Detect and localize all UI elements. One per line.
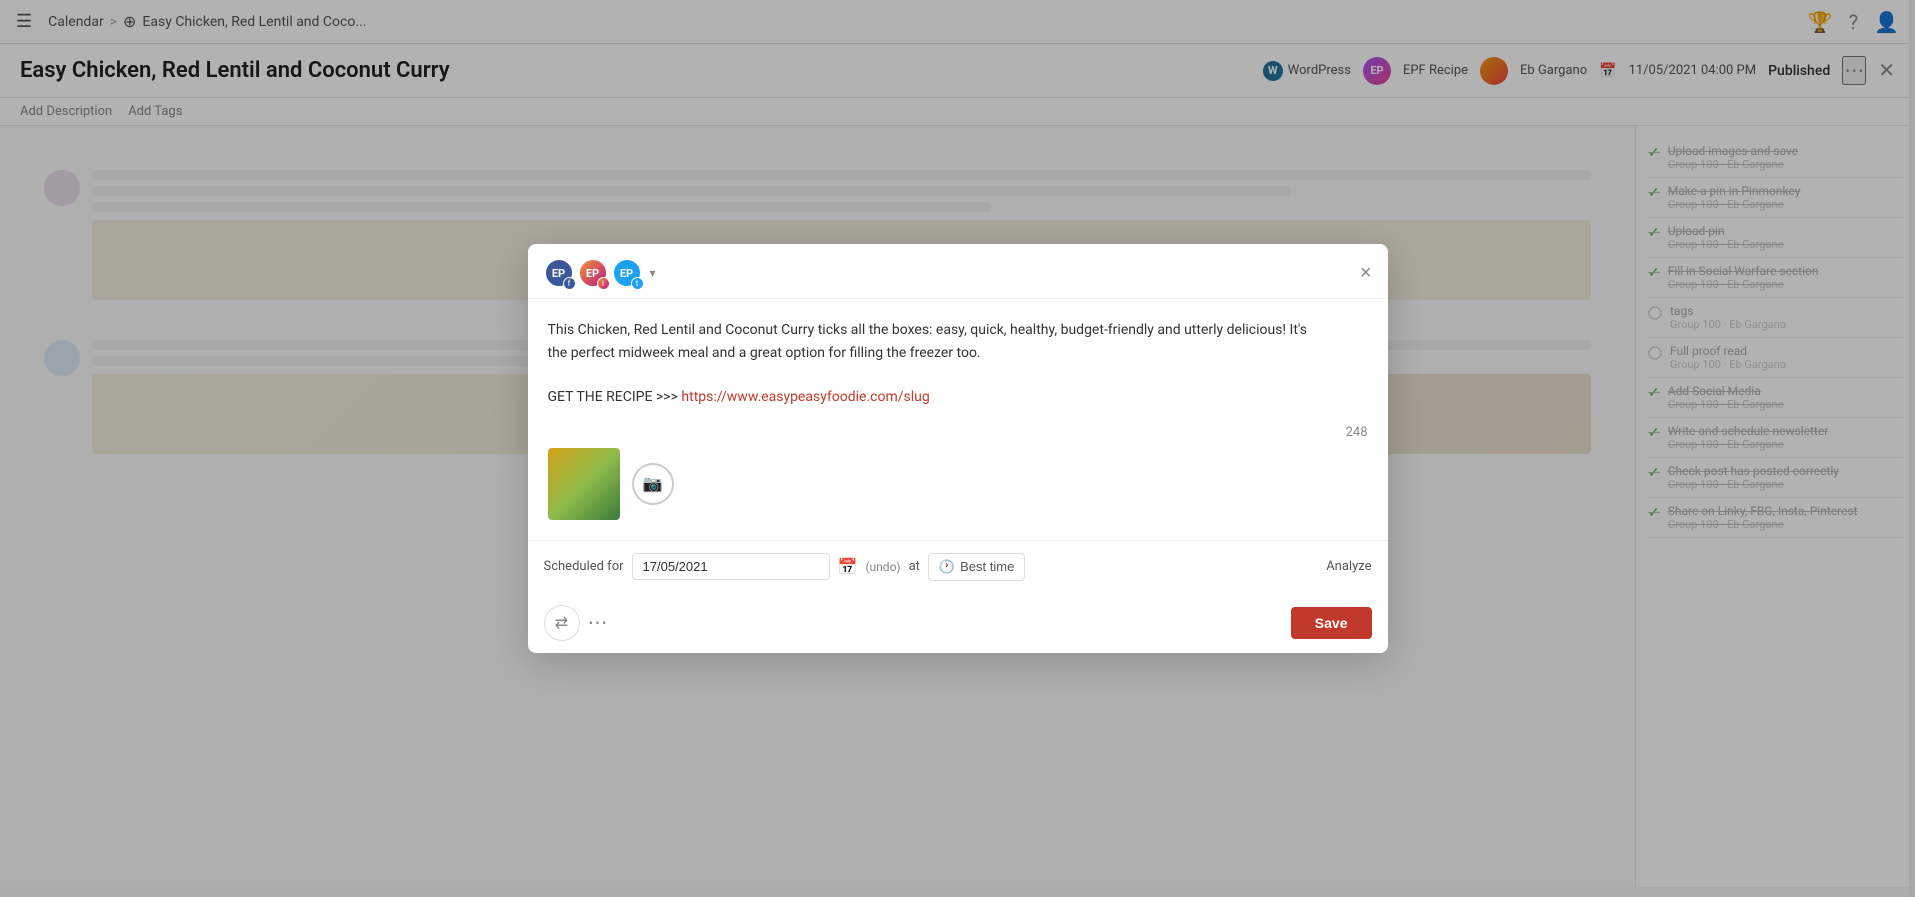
best-time-label: Best time: [960, 559, 1014, 574]
char-count: 248: [1346, 425, 1368, 440]
save-button[interactable]: Save: [1291, 607, 1372, 639]
tw-badge: t: [631, 277, 644, 290]
analyze-link[interactable]: Analyze: [1326, 559, 1371, 574]
post-text-line1: This Chicken, Red Lentil and Coconut Cur…: [548, 322, 1308, 338]
compose-modal: EP f EP i EP t ▾ × This Chicken, Red Len…: [528, 244, 1388, 653]
post-image-thumbnail[interactable]: [548, 448, 620, 520]
modal-header: EP f EP i EP t ▾ ×: [528, 244, 1388, 299]
schedule-bar: Scheduled for 📅 (undo) at 🕐 Best time An…: [528, 540, 1388, 593]
ig-account[interactable]: EP i: [578, 258, 608, 288]
post-image-preview: [548, 448, 620, 520]
fb-badge: f: [563, 277, 576, 290]
modal-body: This Chicken, Red Lentil and Coconut Cur…: [528, 299, 1388, 520]
more-dots-icon: ⋯: [588, 612, 608, 634]
social-account-selector: EP f EP i EP t: [544, 258, 642, 288]
media-area: 📷: [548, 448, 1368, 520]
modal-actions: ⇄ ⋯ Save: [528, 593, 1388, 653]
at-label: at: [909, 559, 920, 574]
scheduled-for-label: Scheduled for: [544, 559, 624, 574]
accounts-dropdown-icon[interactable]: ▾: [650, 266, 656, 280]
clock-icon: 🕐: [939, 559, 955, 575]
shuffle-icon: ⇄: [555, 613, 568, 633]
calendar-picker-icon[interactable]: 📅: [838, 557, 858, 576]
ig-badge: i: [597, 277, 610, 290]
shuffle-button[interactable]: ⇄: [544, 605, 580, 641]
post-text: This Chicken, Red Lentil and Coconut Cur…: [548, 319, 1368, 409]
schedule-date-input[interactable]: [632, 553, 830, 580]
tw-account[interactable]: EP t: [612, 258, 642, 288]
add-photo-button[interactable]: 📷: [632, 463, 674, 505]
best-time-button[interactable]: 🕐 Best time: [928, 553, 1025, 581]
cta-link[interactable]: https://www.easypeasyfoodie.com/slug: [681, 389, 929, 405]
modal-overlay: EP f EP i EP t ▾ × This Chicken, Red Len…: [0, 0, 1915, 897]
post-text-line2: the perfect midweek meal and a great opt…: [548, 345, 981, 361]
more-actions-button[interactable]: ⋯: [588, 610, 608, 635]
camera-icon: 📷: [643, 474, 663, 494]
modal-close-button[interactable]: ×: [1360, 262, 1372, 285]
fb-account[interactable]: EP f: [544, 258, 574, 288]
cta-text: GET THE RECIPE >>>: [548, 389, 678, 405]
undo-link[interactable]: (undo): [865, 560, 900, 574]
